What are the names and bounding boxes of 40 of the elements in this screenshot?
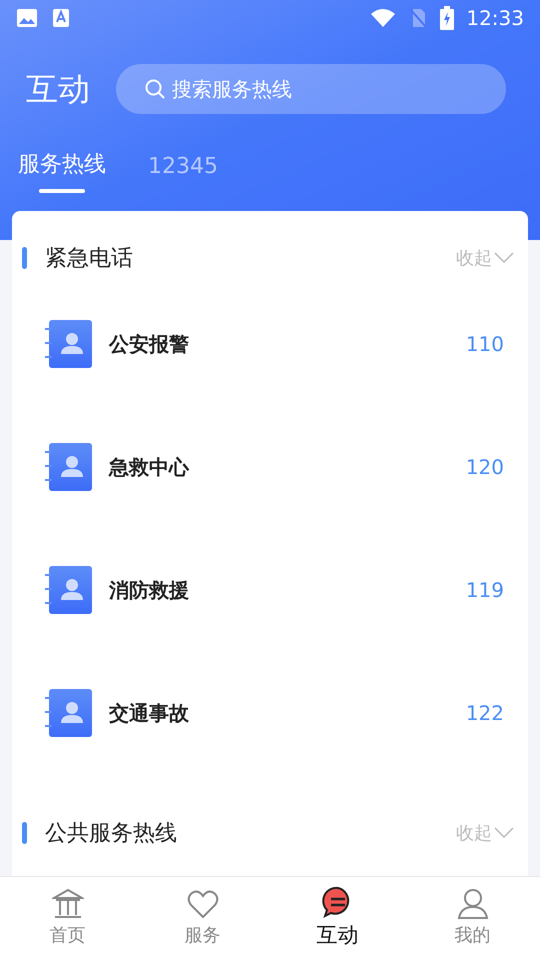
hotline-name: 急救中心 <box>109 454 190 480</box>
page-title: 互动 <box>26 69 90 110</box>
hotline-row[interactable]: 交通事故 122 <box>12 651 528 774</box>
chevron-down-icon <box>494 827 514 839</box>
nav-tab[interactable]: 互动 <box>270 877 405 960</box>
contact-book-icon <box>44 564 94 614</box>
collapse-toggle[interactable]: 收起 <box>456 244 514 272</box>
person-icon <box>456 888 488 920</box>
wifi-icon <box>370 8 396 28</box>
hotline-row[interactable]: 公安报警 110 <box>12 282 528 405</box>
nav-tab[interactable]: 我的 <box>405 877 540 960</box>
section-marker <box>22 247 27 269</box>
image-icon <box>16 8 38 28</box>
tab[interactable]: 服务热线 <box>18 148 106 193</box>
contact-book-icon <box>44 442 94 492</box>
hotline-row[interactable]: 急救中心 120 <box>12 405 528 528</box>
nav-tab[interactable]: 首页 <box>0 877 135 960</box>
hotline-number: 119 <box>466 576 504 604</box>
clock-time: 12:33 <box>466 5 524 32</box>
hotline-number: 120 <box>466 454 504 480</box>
font-icon <box>52 8 70 28</box>
hotline-name: 公安报警 <box>109 330 190 358</box>
search-icon <box>144 78 166 100</box>
hotline-row[interactable]: 消防救援 119 <box>12 528 528 651</box>
battery-icon <box>440 6 454 30</box>
tab[interactable]: 12345 <box>148 148 218 195</box>
hotline-number: 122 <box>466 700 504 726</box>
hotline-number: 110 <box>466 330 504 358</box>
bank-icon <box>52 888 84 920</box>
section-marker <box>22 822 27 844</box>
section-title: 紧急电话 <box>45 244 134 272</box>
section-title: 公共服务热线 <box>45 820 178 848</box>
contact-book-icon <box>44 688 94 738</box>
nav-tab[interactable]: 服务 <box>135 877 270 960</box>
hotline-name: 交通事故 <box>109 700 190 726</box>
heart-icon <box>186 888 218 920</box>
contact-book-icon <box>44 318 94 368</box>
chevron-down-icon <box>494 252 514 264</box>
collapse-toggle[interactable]: 收起 <box>456 820 514 846</box>
hotline-name: 消防救援 <box>109 576 190 604</box>
